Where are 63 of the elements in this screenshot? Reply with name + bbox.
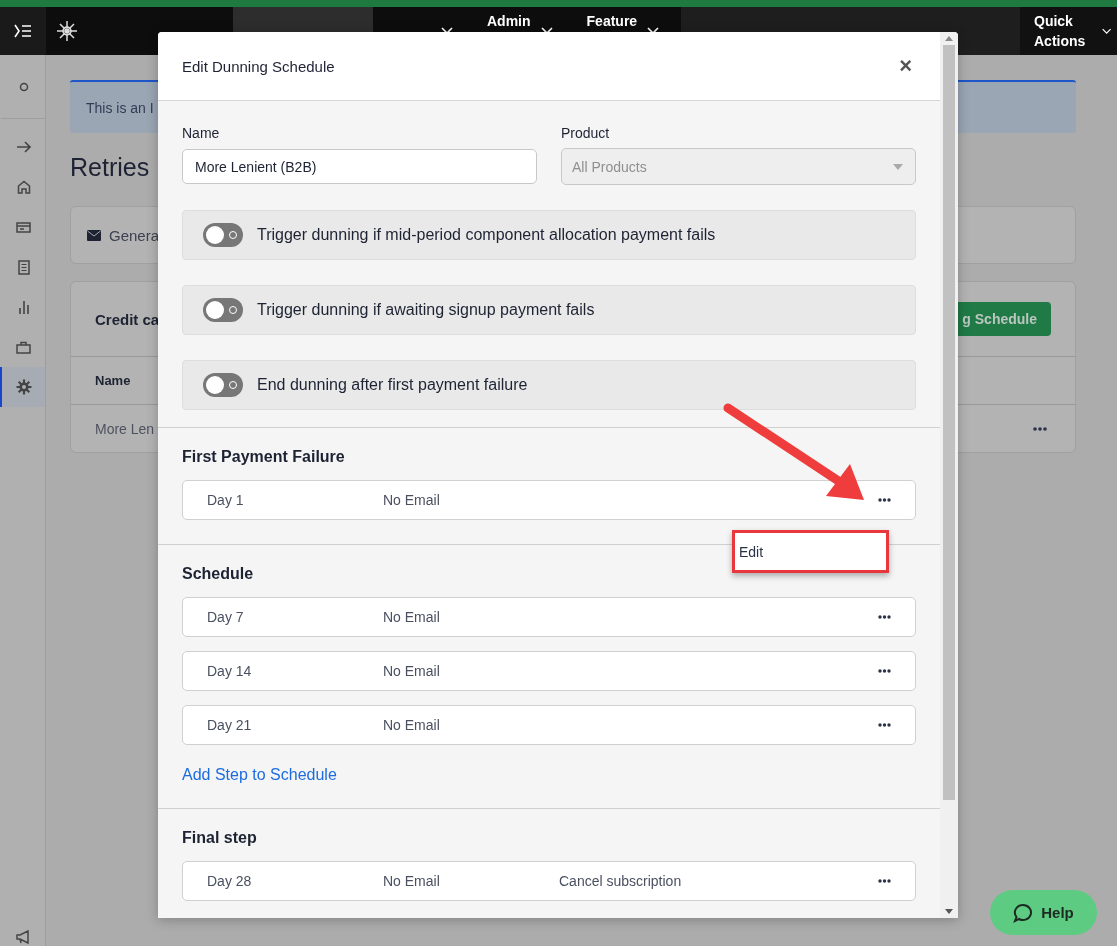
banner-text: This is an I: [86, 99, 154, 116]
caret-icon: [893, 163, 903, 170]
step-email: No Email: [383, 873, 441, 889]
field-label: Product: [561, 125, 611, 141]
menu-item[interactable]: Edit: [735, 543, 768, 560]
step-action: Cancel subscription: [559, 873, 683, 889]
column-header: Name: [95, 373, 131, 388]
step-day: Day 14: [207, 663, 383, 679]
bar-chart-icon: [17, 300, 30, 314]
scroll-down-icon[interactable]: [945, 909, 953, 914]
scroll-up-icon[interactable]: [945, 36, 953, 41]
megaphone-icon[interactable]: [14, 930, 31, 944]
dialog-title: Edit Dunning Schedule: [182, 57, 335, 75]
step-email: No Email: [383, 663, 441, 679]
table-cell: More Len: [95, 420, 155, 437]
more-icon: [878, 723, 891, 727]
toggle-switch[interactable]: [203, 373, 243, 397]
card-title: Credit ca: [95, 310, 160, 328]
toggle-label: End dunning after first payment failure: [257, 376, 528, 394]
more-icon: [878, 498, 891, 502]
step-day: Day 21: [207, 717, 383, 733]
page-title: Retries: [70, 153, 150, 183]
general-tab[interactable]: Genera: [87, 226, 160, 244]
section-title: Schedule: [182, 565, 255, 583]
more-icon: [878, 669, 891, 673]
briefcase-icon: [16, 340, 31, 354]
step-day: Day 28: [207, 873, 383, 889]
scrollbar[interactable]: [940, 32, 958, 918]
sidebar-item[interactable]: [0, 367, 45, 407]
field-label: Name: [182, 125, 221, 141]
circle-icon: [18, 81, 29, 92]
menu-icon: [14, 24, 32, 38]
nav-tab[interactable]: Feature: [564, 7, 672, 55]
quick-actions-button[interactable]: Quick Actions: [1020, 7, 1117, 55]
toggle-label: Trigger dunning if awaiting signup payment fails: [257, 301, 595, 319]
more-icon: [878, 879, 891, 883]
step-email: No Email: [383, 492, 441, 508]
more-icon: [878, 615, 891, 619]
toggle-switch[interactable]: [203, 298, 243, 322]
chevron-icon: [1101, 26, 1111, 36]
add-step-link[interactable]: Add Step to Schedule: [182, 766, 916, 784]
toggle-switch[interactable]: [203, 223, 243, 247]
step-email: No Email: [383, 717, 441, 733]
envelope-icon: [87, 229, 101, 241]
document-icon: [17, 259, 30, 275]
more-icon: [1033, 426, 1047, 431]
section-title: First Payment Failure: [182, 448, 346, 466]
step-day: Day 7: [207, 609, 383, 625]
card-icon: [16, 221, 31, 233]
name-input[interactable]: More Lenient (B2B): [182, 149, 537, 184]
settings-icon: [15, 379, 32, 395]
menu-button[interactable]: [0, 7, 46, 55]
arrow-icon: [15, 140, 32, 154]
section-title: Final step: [182, 829, 258, 847]
step-email: No Email: [383, 609, 441, 625]
nav-tab[interactable]: Admin: [465, 7, 565, 55]
chat-icon: [1013, 902, 1034, 923]
help-button[interactable]: Help: [990, 890, 1097, 935]
home-icon: [16, 180, 31, 194]
step-day: Day 1: [207, 492, 383, 508]
toggle-label: Trigger dunning if mid-period component allocation payment fails: [257, 226, 716, 244]
close-button[interactable]: ×: [895, 53, 916, 79]
logo-icon: [56, 20, 78, 42]
